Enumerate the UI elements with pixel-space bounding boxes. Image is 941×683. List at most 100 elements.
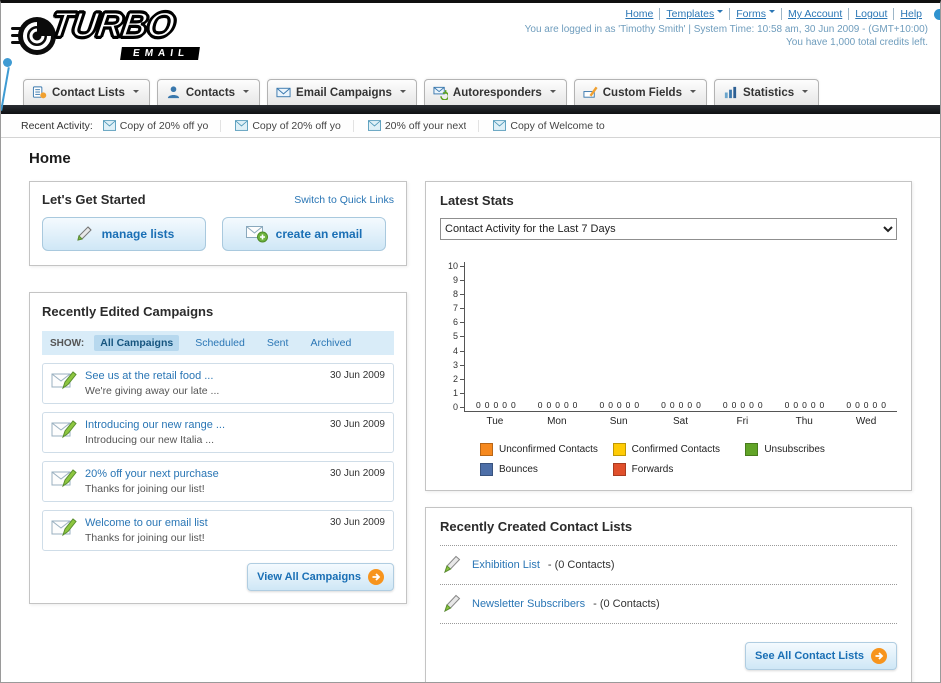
chevron-down-icon bbox=[802, 89, 809, 96]
home-link[interactable]: Home bbox=[625, 8, 653, 20]
contact-list-link[interactable]: Exhibition List bbox=[472, 559, 540, 571]
manage-lists-button[interactable]: manage lists bbox=[42, 217, 206, 251]
chart-value-label: 0 bbox=[484, 400, 490, 410]
nav-item-templates[interactable]: Templates bbox=[659, 8, 729, 20]
campaign-row: 20% off your next purchase Thanks for jo… bbox=[42, 461, 394, 502]
chart-value-labels: 00000 bbox=[712, 400, 774, 410]
nav-item-forms[interactable]: Forms bbox=[729, 8, 781, 20]
campaign-row: Welcome to our email list Thanks for joi… bbox=[42, 510, 394, 551]
tab-label: Contacts bbox=[185, 86, 236, 99]
chart-value-label: 0 bbox=[608, 400, 613, 410]
decorative-dot bbox=[3, 58, 12, 67]
forms-link[interactable]: Forms bbox=[736, 8, 766, 20]
envelope-icon bbox=[493, 120, 507, 131]
chart-value-label: 0 bbox=[687, 400, 693, 410]
filter-sent[interactable]: Sent bbox=[261, 335, 295, 351]
chart-value-label: 0 bbox=[563, 400, 569, 410]
filter-scheduled[interactable]: Scheduled bbox=[189, 335, 251, 351]
contact-list-count: - (0 Contacts) bbox=[593, 598, 660, 610]
switch-quick-links-link[interactable]: Switch to Quick Links bbox=[294, 194, 394, 206]
chart-value-label: 0 bbox=[793, 400, 799, 410]
custom-fields-icon bbox=[583, 86, 598, 98]
recent-activity-item[interactable]: Copy of 20% off yo bbox=[102, 119, 222, 132]
tab-custom-fields[interactable]: Custom Fields bbox=[573, 79, 707, 105]
chart-value-labels: 00000 bbox=[588, 400, 650, 410]
recent-activity-label: Recent Activity: bbox=[21, 119, 93, 132]
arrow-right-icon bbox=[871, 648, 887, 664]
tab-contact-lists[interactable]: Contact Lists bbox=[23, 79, 150, 105]
chart-value-label: 0 bbox=[696, 400, 701, 410]
chart-value-label: 0 bbox=[855, 400, 860, 410]
contact-activity-chart: 10 9 8 7 6 5 4 3 2 1 0 000000000000000000000000000… bbox=[440, 262, 897, 476]
filter-archived[interactable]: Archived bbox=[304, 335, 357, 351]
contact-list-row: Exhibition List - (0 Contacts) bbox=[440, 546, 897, 575]
chart-value-label: 0 bbox=[572, 400, 578, 410]
legend-swatch bbox=[480, 443, 493, 456]
tab-label: Custom Fields bbox=[602, 86, 682, 99]
tab-autoresponders[interactable]: Autoresponders bbox=[423, 79, 567, 105]
recent-activity-bar: Recent Activity: Copy of 20% off yo Copy… bbox=[1, 114, 940, 138]
campaign-title-link[interactable]: 20% off your next purchase bbox=[85, 468, 322, 480]
pencil-icon bbox=[76, 226, 92, 241]
y-tick-label: 10 bbox=[440, 262, 464, 271]
logout-link[interactable]: Logout bbox=[855, 8, 887, 20]
envelope-icon bbox=[367, 120, 381, 131]
chart-value-labels: 00000 bbox=[835, 400, 897, 410]
utility-nav: Home Templates Forms My Account Logout H… bbox=[525, 8, 928, 20]
chart-value-label: 0 bbox=[678, 400, 684, 410]
help-link[interactable]: Help bbox=[900, 8, 922, 20]
view-all-campaigns-button[interactable]: View All Campaigns bbox=[247, 563, 394, 591]
logo-primary-text: TURBO bbox=[47, 3, 178, 46]
header: TURBO EMAIL Home Templates Forms My Acco… bbox=[1, 3, 940, 111]
recent-activity-item[interactable]: Copy of Welcome to bbox=[493, 120, 616, 132]
y-tick-label: 6 bbox=[440, 318, 464, 327]
y-tick-label: 5 bbox=[440, 332, 464, 341]
see-all-contact-lists-button[interactable]: See All Contact Lists bbox=[744, 642, 897, 670]
create-email-label: create an email bbox=[275, 227, 363, 241]
pencil-icon bbox=[444, 594, 461, 613]
legend-item: Bounces bbox=[480, 463, 605, 476]
campaign-row: See us at the retail food ... We're givi… bbox=[42, 363, 394, 404]
recent-activity-item[interactable]: 20% off your next bbox=[367, 119, 480, 132]
my-account-link[interactable]: My Account bbox=[788, 8, 842, 20]
nav-item-logout[interactable]: Logout bbox=[848, 8, 893, 20]
campaign-title-link[interactable]: See us at the retail food ... bbox=[85, 370, 322, 382]
campaign-date: 30 Jun 2009 bbox=[329, 517, 385, 528]
contacts-icon bbox=[167, 86, 179, 99]
chart-value-label: 0 bbox=[599, 400, 605, 410]
see-all-contact-lists-label: See All Contact Lists bbox=[754, 650, 864, 662]
legend-item: Confirmed Contacts bbox=[612, 443, 738, 456]
chart-value-label: 0 bbox=[661, 400, 666, 410]
tab-statistics[interactable]: Statistics bbox=[713, 79, 820, 105]
templates-link[interactable]: Templates bbox=[666, 8, 714, 20]
chart-value-label: 0 bbox=[669, 400, 675, 410]
get-started-title: Let's Get Started bbox=[42, 192, 146, 207]
filter-all-campaigns[interactable]: All Campaigns bbox=[94, 335, 180, 351]
nav-item-home[interactable]: Home bbox=[619, 8, 659, 20]
tab-contacts[interactable]: Contacts bbox=[156, 79, 261, 105]
chart-value-label: 0 bbox=[810, 400, 816, 410]
campaign-title-link[interactable]: Welcome to our email list bbox=[85, 517, 322, 529]
latest-stats-panel: Latest Stats Contact Activity for the La… bbox=[425, 181, 912, 491]
chart-value-label: 0 bbox=[502, 400, 507, 410]
chart-value-label: 0 bbox=[731, 400, 737, 410]
y-tick-label: 4 bbox=[440, 346, 464, 356]
contact-list-link[interactable]: Newsletter Subscribers bbox=[472, 598, 585, 610]
nav-item-help[interactable]: Help bbox=[893, 8, 928, 20]
legend-label: Confirmed Contacts bbox=[631, 444, 721, 455]
tab-email-campaigns[interactable]: Email Campaigns bbox=[267, 79, 417, 105]
right-column: Latest Stats Contact Activity for the La… bbox=[425, 175, 912, 682]
campaign-row: Introducing our new range ... Introducin… bbox=[42, 412, 394, 453]
chart-value-label: 0 bbox=[784, 400, 790, 410]
envelope-pencil-icon bbox=[51, 420, 77, 439]
logo-text: TURBO EMAIL bbox=[47, 3, 201, 61]
tab-label: Contact Lists bbox=[52, 86, 125, 99]
nav-item-my-account[interactable]: My Account bbox=[780, 8, 848, 20]
create-email-button[interactable]: create an email bbox=[222, 217, 386, 251]
recent-activity-item[interactable]: Copy of 20% off yo bbox=[235, 119, 354, 132]
legend-label: Unsubscribes bbox=[764, 444, 825, 455]
stats-period-select[interactable]: Contact Activity for the Last 7 Days bbox=[440, 218, 897, 240]
campaign-title-link[interactable]: Introducing our new range ... bbox=[85, 419, 322, 431]
campaign-subtitle: Introducing our new Italia ... bbox=[85, 434, 214, 446]
x-tick-label: Tue bbox=[486, 416, 504, 427]
